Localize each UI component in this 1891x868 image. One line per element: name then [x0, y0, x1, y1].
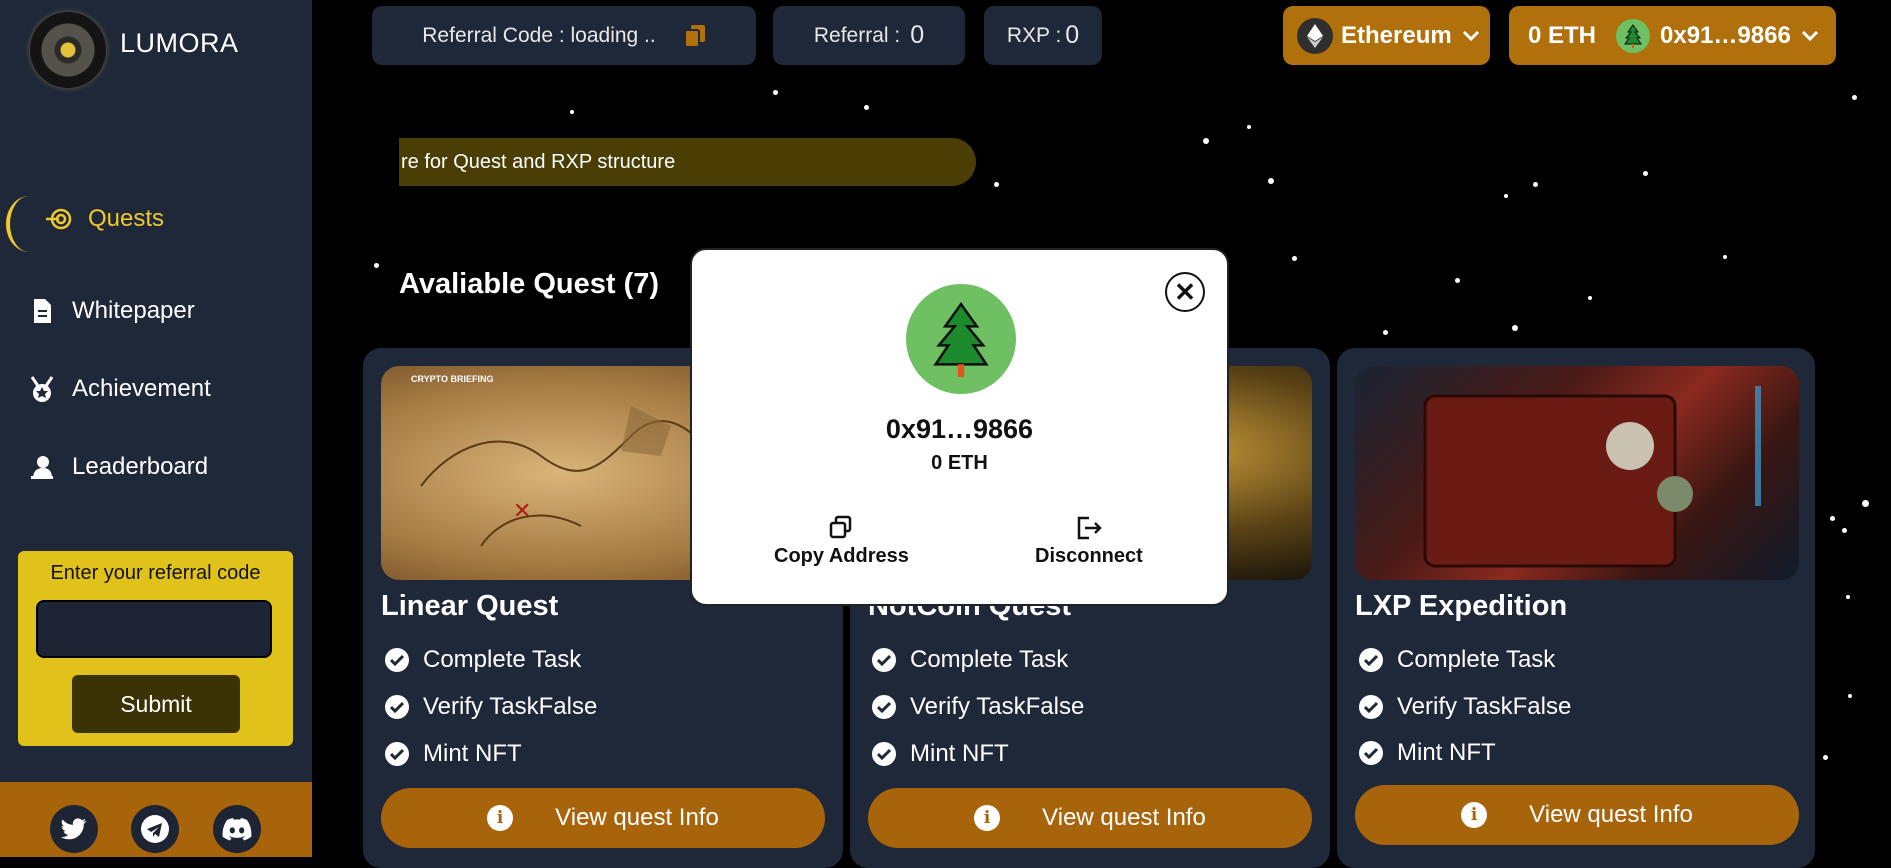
chevron-down-icon [1801, 30, 1818, 41]
document-icon [34, 299, 51, 323]
modal-wallet-address: 0x91…9866 [885, 414, 1034, 444]
rxp-label: RXP : [1006, 23, 1062, 47]
quest-target-icon [46, 208, 72, 230]
sidebar: LUMORA Quests Whitepaper Achievement Lea… [0, 0, 312, 857]
logout-icon [1077, 516, 1102, 540]
sidebar-item-leaderboard[interactable]: Leaderboard [28, 453, 208, 481]
quest-task: Complete Task [385, 646, 581, 674]
quest-task: Verify TaskFalse [872, 693, 1084, 721]
check-circle-icon [1359, 741, 1383, 765]
quest-title: LXP Expedition [1355, 590, 1568, 622]
task-label: Verify TaskFalse [910, 693, 1085, 720]
task-label: Mint NFT [1397, 739, 1496, 766]
referral-count-badge: Referral : 0 [773, 6, 965, 65]
view-quest-info-button[interactable]: i View quest Info [381, 788, 825, 848]
check-circle-icon [1359, 695, 1383, 719]
task-label: Complete Task [423, 646, 582, 673]
referral-code-display[interactable]: Referral Code : loading .. [372, 6, 756, 65]
ethereum-icon [1297, 17, 1333, 54]
quest-title: Linear Quest [381, 590, 559, 622]
copy-address-button[interactable]: Copy Address [774, 515, 909, 568]
sidebar-item-whitepaper[interactable]: Whitepaper [28, 297, 195, 325]
referral-count-label: Referral : [813, 23, 901, 47]
check-circle-icon [872, 742, 896, 766]
copy-icon[interactable] [683, 24, 706, 48]
view-quest-info-button[interactable]: i View quest Info [1355, 785, 1799, 845]
svg-text:✕: ✕ [513, 499, 531, 524]
wallet-avatar-large [906, 284, 1016, 394]
sidebar-item-label: Quests [88, 205, 165, 232]
check-circle-icon [385, 648, 409, 672]
sidebar-item-label: Leaderboard [72, 453, 209, 480]
check-circle-icon [872, 695, 896, 719]
discord-icon[interactable] [213, 805, 261, 853]
info-icon: i [974, 805, 1001, 831]
button-label: View quest Info [555, 804, 719, 831]
quest-task: Complete Task [872, 646, 1068, 674]
sidebar-item-achievement[interactable]: Achievement [28, 375, 211, 403]
copy-icon [830, 515, 852, 539]
quest-task: Verify TaskFalse [1359, 693, 1571, 721]
task-label: Complete Task [910, 646, 1069, 673]
lumora-logo-icon [30, 12, 106, 88]
modal-wallet-balance: 0 ETH [931, 452, 988, 474]
network-label: Ethereum [1341, 21, 1452, 49]
sidebar-item-quests[interactable]: Quests [44, 205, 164, 233]
quest-task: Complete Task [1359, 646, 1555, 674]
announcement-marquee: re for Quest and RXP structure [399, 138, 976, 186]
quests-heading: Avaliable Quest (7) [399, 268, 660, 300]
quest-task: Mint NFT [1359, 739, 1496, 767]
info-icon: i [1461, 802, 1488, 828]
medal-icon [30, 376, 54, 402]
marquee-text: re for Quest and RXP structure [401, 150, 676, 173]
chevron-down-icon [1462, 30, 1479, 41]
wallet-address: 0x91…9866 [1660, 21, 1791, 49]
quest-task: Verify TaskFalse [385, 693, 597, 721]
quest-card: LXP Expedition Complete Task Verify Task… [1337, 348, 1815, 868]
network-selector[interactable]: Ethereum [1283, 6, 1490, 65]
referral-label: Enter your referral code [50, 562, 261, 584]
social-links-bar [0, 782, 312, 857]
task-label: Mint NFT [910, 740, 1009, 767]
disconnect-label: Disconnect [1035, 545, 1143, 567]
leaderboard-icon [31, 456, 53, 479]
referral-code-label: Referral Code : loading .. [422, 23, 656, 47]
check-circle-icon [385, 695, 409, 719]
check-circle-icon [872, 648, 896, 672]
info-icon: i [487, 805, 514, 831]
rxp-badge: RXP : 0 [984, 6, 1102, 65]
task-label: Verify TaskFalse [1397, 693, 1572, 720]
image-badge: CRYPTO BRIEFING [411, 374, 494, 384]
button-label: View quest Info [1529, 801, 1693, 828]
wallet-balance: 0 ETH [1528, 21, 1597, 49]
check-circle-icon [1359, 648, 1383, 672]
wallet-modal: ✕ 0x91…9866 0 ETH Copy Address Disconnec… [690, 248, 1229, 606]
referral-count-value: 0 [910, 21, 925, 49]
copy-address-label: Copy Address [774, 545, 909, 567]
tree-icon [933, 301, 989, 377]
sidebar-item-label: Whitepaper [72, 297, 195, 324]
wallet-button[interactable]: 0 ETH 0x91…9866 [1509, 6, 1836, 65]
referral-panel: Enter your referral code Submit [18, 551, 293, 746]
button-label: View quest Info [1042, 804, 1206, 831]
task-label: Complete Task [1397, 646, 1556, 673]
twitter-icon[interactable] [50, 805, 98, 853]
quest-task: Mint NFT [385, 740, 522, 768]
wallet-avatar [1616, 18, 1651, 53]
referral-code-input[interactable] [36, 600, 272, 658]
telegram-icon[interactable] [131, 805, 179, 853]
quest-image-lxp-wallet [1355, 366, 1799, 580]
disconnect-button[interactable]: Disconnect [1035, 515, 1143, 568]
sidebar-item-label: Achievement [72, 375, 211, 402]
app-name: LUMORA [120, 28, 239, 58]
check-circle-icon [385, 742, 409, 766]
task-label: Mint NFT [423, 740, 522, 767]
quest-task: Mint NFT [872, 740, 1009, 768]
view-quest-info-button[interactable]: i View quest Info [868, 788, 1312, 848]
rxp-value: 0 [1065, 21, 1080, 49]
referral-submit-button[interactable]: Submit [72, 675, 240, 733]
close-icon[interactable]: ✕ [1165, 272, 1205, 312]
task-label: Verify TaskFalse [423, 693, 598, 720]
